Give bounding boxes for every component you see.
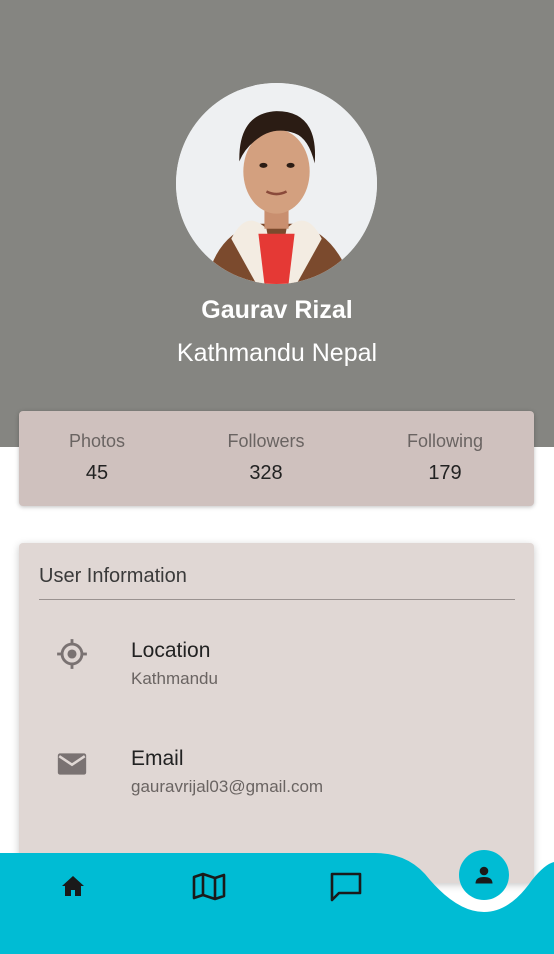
- nav-home[interactable]: [53, 866, 93, 906]
- stat-photos[interactable]: Photos 45: [17, 431, 177, 485]
- nav-profile-active[interactable]: [459, 850, 509, 900]
- profile-location: Kathmandu Nepal: [176, 339, 378, 367]
- profile-name: Gaurav Rizal: [201, 296, 353, 324]
- chat-icon: [330, 872, 362, 902]
- email-icon: [55, 747, 89, 781]
- nav-chat[interactable]: [326, 866, 366, 906]
- stat-followers[interactable]: Followers 328: [186, 431, 346, 485]
- info-row-email[interactable]: Email gauravrijal03@gmail.com: [19, 747, 534, 817]
- avatar-photo: [176, 83, 377, 284]
- stat-value: 179: [428, 462, 462, 484]
- stats-card: Photos 45 Followers 328 Following 179: [19, 411, 534, 506]
- map-icon: [192, 872, 226, 901]
- stat-label: Following: [406, 431, 484, 451]
- person-icon: [475, 866, 493, 884]
- info-label: Location: [131, 639, 211, 662]
- avatar[interactable]: [176, 83, 377, 284]
- user-info-card: User Information Location Kathmandu Emai…: [19, 543, 534, 883]
- stat-following[interactable]: Following 179: [365, 431, 525, 485]
- divider: [39, 599, 515, 600]
- user-info-title: User Information: [39, 565, 187, 587]
- info-value: Kathmandu: [131, 669, 218, 688]
- nav-map[interactable]: [189, 866, 229, 906]
- stat-value: 328: [249, 462, 283, 484]
- info-label: Email: [131, 747, 184, 770]
- my-location-icon: [55, 637, 89, 671]
- info-row-location[interactable]: Location Kathmandu: [19, 639, 534, 709]
- home-icon: [62, 876, 84, 896]
- stat-label: Followers: [227, 431, 305, 451]
- profile-header: Gaurav Rizal Kathmandu Nepal: [0, 0, 554, 447]
- stat-value: 45: [85, 462, 109, 484]
- info-value: gauravrijal03@gmail.com: [131, 777, 324, 796]
- stat-label: Photos: [68, 431, 126, 451]
